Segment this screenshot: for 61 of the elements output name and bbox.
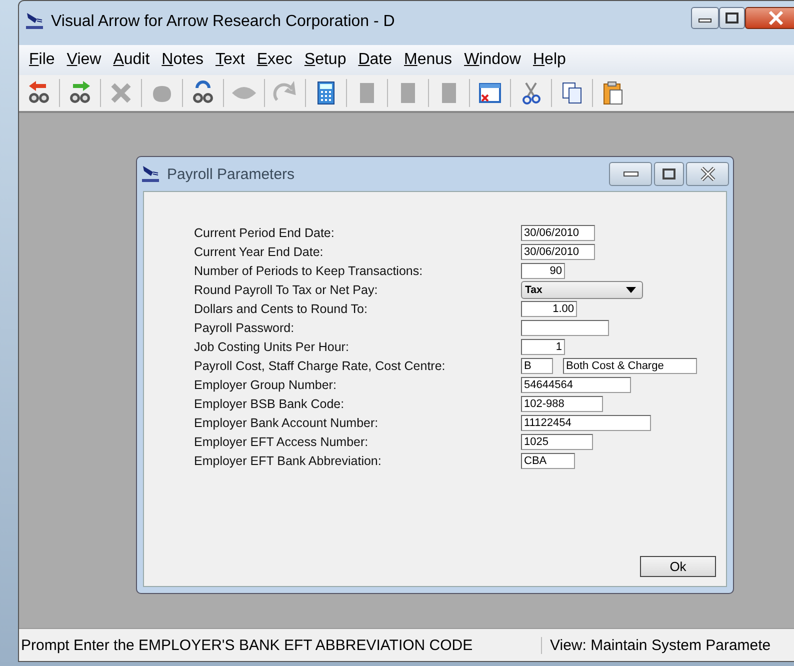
menu-item[interactable]: Audit	[107, 49, 156, 71]
input-field[interactable]: 102-988	[521, 396, 603, 412]
status-prompt: Prompt Enter the EMPLOYER'S BANK EFT ABBREVIATION CODE	[19, 636, 542, 654]
input-field[interactable]: 11122454	[521, 415, 651, 431]
input-field[interactable]: B	[521, 358, 553, 374]
window-title: Visual Arrow for Arrow Research Corporation - D	[51, 13, 395, 31]
menu-item[interactable]: Setup	[298, 49, 352, 71]
field-label: Payroll Cost, Staff Charge Rate, Cost Centre:	[194, 358, 446, 375]
input-field[interactable]: 1.00	[521, 301, 577, 317]
field-label: Current Year End Date:	[194, 244, 324, 261]
field-label: Current Period End Date:	[194, 225, 336, 242]
dropdown-arrow-icon	[626, 287, 636, 293]
close-icon	[698, 167, 716, 181]
field-label: Employer Group Number:	[194, 377, 338, 394]
field-label: Number of Periods to Keep Transactions:	[194, 263, 424, 280]
minimize-icon	[622, 171, 638, 177]
minimize-button[interactable]	[691, 7, 719, 29]
menu-item[interactable]: Notes	[156, 49, 210, 71]
window-close-icon	[477, 80, 503, 106]
menu-item[interactable]: Date	[352, 49, 398, 71]
menu-item[interactable]: Window	[458, 49, 527, 71]
dropdown-field[interactable]: Tax	[521, 281, 643, 299]
field-label: Job Costing Units Per Hour:	[194, 339, 350, 356]
close-button[interactable]	[686, 162, 729, 186]
menu-item[interactable]: View	[60, 49, 108, 71]
menu-item[interactable]: Text	[209, 49, 251, 71]
field-label: Employer Bank Account Number:	[194, 415, 380, 432]
maximize-button[interactable]	[654, 162, 684, 186]
input-field[interactable]: 1	[521, 339, 565, 355]
status-view: View: Maintain System Paramete	[549, 636, 771, 654]
dialog-title: Payroll Parameters	[167, 166, 295, 182]
input-field[interactable]	[521, 320, 609, 336]
input-field[interactable]: 90	[521, 263, 565, 279]
arrow-logo-icon	[141, 164, 161, 184]
maximize-icon	[725, 12, 739, 24]
minimize-button[interactable]	[609, 162, 652, 186]
input-field[interactable]: 1025	[521, 434, 593, 450]
binoculars-right-arrow-icon	[67, 80, 93, 106]
close-button[interactable]	[745, 7, 794, 29]
maximize-button[interactable]	[719, 7, 745, 29]
menu-item[interactable]: Exec	[250, 49, 298, 71]
arrow-logo-icon	[25, 11, 45, 31]
input-field[interactable]: 54644564	[521, 377, 631, 393]
menu-item[interactable]: File	[23, 49, 61, 71]
input-field[interactable]: 30/06/2010	[521, 244, 595, 260]
input-field[interactable]: Both Cost & Charge	[563, 358, 697, 374]
field-label: Employer BSB Bank Code:	[194, 396, 346, 413]
field-label: Round Payroll To Tax or Net Pay:	[194, 282, 379, 299]
menu-item[interactable]: Menus	[398, 49, 458, 71]
field-label: Dollars and Cents to Round To:	[194, 301, 368, 318]
binoculars-left-arrow-icon	[26, 80, 52, 106]
field-label: Payroll Password:	[194, 320, 296, 337]
input-field[interactable]: 30/06/2010	[521, 225, 595, 241]
field-label: Employer EFT Access Number:	[194, 434, 370, 451]
input-field[interactable]: CBA	[521, 453, 575, 469]
maximize-icon	[662, 168, 676, 180]
ok-button[interactable]: Ok	[640, 556, 716, 577]
menu-item[interactable]: Help	[526, 49, 572, 71]
close-icon	[768, 11, 784, 25]
binoculars-refresh-icon	[190, 80, 216, 106]
field-label: Employer EFT Bank Abbreviation:	[194, 453, 382, 470]
